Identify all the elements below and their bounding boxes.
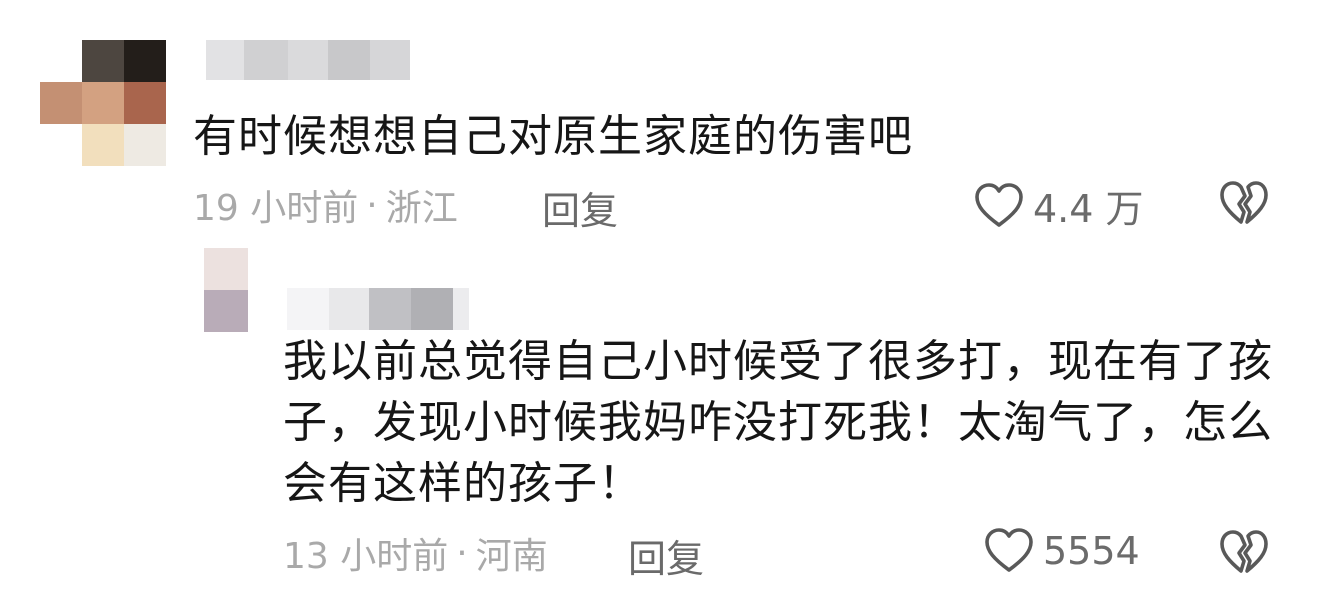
dislike-button[interactable] [1219,180,1269,228]
heart-icon [985,528,1033,572]
name-pixel [287,288,329,330]
like-count: 5554 [1043,529,1140,573]
comment-location: 浙江 [385,188,458,229]
avatar-pixel [40,124,82,166]
reply-username-blurred[interactable] [287,288,469,330]
comment-time: 19 小时前 [193,188,359,229]
avatar-pixel [124,82,166,124]
reply-comment-text: 我以前总觉得自己小时候受了很多打，现在有了孩子，发现小时候我妈咋没打死我！太淘气… [283,336,1273,509]
name-pixel [244,40,288,80]
avatar-pixel [40,82,82,124]
reply-avatar[interactable] [204,248,248,332]
reply-meta: 13 小时前 · 河南 [283,530,548,578]
like-button[interactable]: 5554 [984,527,1140,575]
broken-heart-icon [1220,181,1268,224]
broken-heart-icon [1220,530,1268,573]
avatar[interactable] [40,40,166,166]
name-pixel [369,288,411,330]
name-pixel [328,40,370,80]
name-pixel [329,288,369,330]
username-blurred[interactable] [206,40,410,80]
avatar-pixel [124,40,166,82]
like-button[interactable]: 4.4 万 [974,178,1144,233]
comment-text: 有时候想想自己对原生家庭的伤害吧 [193,111,913,162]
reply-button[interactable]: 回复 [628,528,704,583]
avatar-pixel [124,124,166,166]
avatar-pixel [204,290,248,332]
name-pixel [206,40,244,80]
name-pixel [411,288,453,330]
avatar-pixel [82,124,124,166]
reply-button[interactable]: 回复 [542,180,618,235]
avatar-pixel [82,40,124,82]
heart-icon [975,182,1023,227]
meta-separator: · [366,184,378,226]
dislike-button[interactable] [1219,529,1269,577]
avatar-pixel [82,82,124,124]
like-count: 4.4 万 [1033,187,1144,231]
comment-meta: 19 小时前 · 浙江 [193,182,458,230]
avatar-pixel [204,248,248,290]
comment-location: 河南 [475,536,548,577]
comment-time: 13 小时前 [283,536,449,577]
avatar-pixel [40,40,82,82]
name-pixel [453,288,469,330]
name-pixel [288,40,328,80]
name-pixel [370,40,410,80]
meta-separator: · [456,532,468,574]
